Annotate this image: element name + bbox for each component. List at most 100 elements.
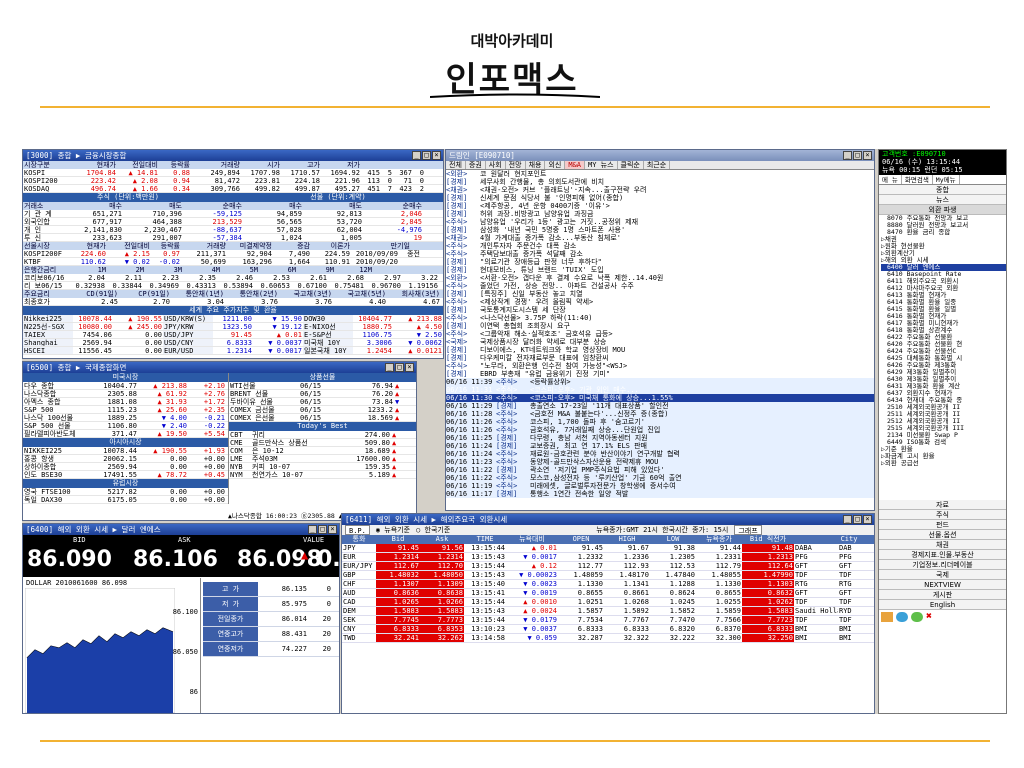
news-tab[interactable]: 최근순 bbox=[644, 161, 671, 169]
news-tab[interactable]: 전체 bbox=[446, 161, 466, 169]
sidebar-tab[interactable]: 메 뉴 bbox=[879, 175, 902, 184]
news-item[interactable]: <채권> <채권-오전> 커브 '플래트닝'·지속...출구전략 우려 bbox=[446, 186, 874, 194]
news-tab[interactable]: 증권 bbox=[466, 161, 486, 169]
folder-icon[interactable] bbox=[881, 612, 893, 622]
news-item[interactable]: <외환> <서환-오전> 갭다운 후 결제 수요로 낙폭 제한..14.40원 bbox=[446, 274, 874, 282]
asia-market-row[interactable]: 인도 BSE30 17491.55 ▲ 78.72 +0.45 bbox=[23, 471, 228, 479]
fx-row[interactable]: DEM 1.5883 1.5883 13:15:43 ▲ 0.0024 1.5857 1.5… bbox=[342, 607, 874, 616]
world-row[interactable]: Shanghai 2569.94 0.00 USD/CNY 6.8333 ▼ 0.0037… bbox=[23, 339, 443, 347]
news-item[interactable]: [경제] 이연택 총협회 조회장시 요구 bbox=[446, 322, 874, 330]
news-tab[interactable]: 채용 bbox=[526, 161, 546, 169]
stock-row[interactable]: KOSPI 1704.84 ▲ 14.81 0.88 249,894 1707.98 171… bbox=[23, 169, 443, 177]
radio-newyork[interactable]: ◉ 뉴욕기준 bbox=[376, 525, 410, 535]
sidebar-menu-item[interactable]: 외환 파생 bbox=[879, 205, 1006, 215]
graph-button[interactable]: 그래프 bbox=[734, 525, 762, 535]
sidebar-menu-item[interactable]: 자료 bbox=[879, 500, 1006, 510]
maximize-icon[interactable]: □ bbox=[318, 525, 327, 534]
maximize-icon[interactable]: □ bbox=[395, 363, 404, 372]
news-item[interactable]: <주식> "노무라, 외환은행 인수전 참여 가능성"<WSJ> bbox=[446, 362, 874, 370]
us-market-row[interactable]: 다우 종합 10404.77 ▲ 213.88 +2.10 bbox=[23, 382, 228, 390]
globe-icon[interactable] bbox=[896, 612, 908, 622]
sidebar-menu-item[interactable]: 종합 bbox=[879, 185, 1006, 195]
fx-row[interactable]: EUR/JPY 112.67 112.70 13:15:44 ▲ 0.12 112.77 1… bbox=[342, 562, 874, 571]
news-item[interactable]: <주식> 줄었던 가전, 상승 전망.. 아파트 건설공사 수주 bbox=[446, 282, 874, 290]
news-tab[interactable]: 외신 bbox=[545, 161, 566, 169]
close-icon[interactable]: × bbox=[863, 515, 872, 524]
asia-market-row[interactable]: NIKKEI225 10078.44 ▲ 190.55 +1.93 bbox=[23, 447, 228, 455]
best-row[interactable]: NYM 천연가스 10-07 5.189 ▲ bbox=[229, 471, 416, 479]
best-row[interactable]: COM 은 10-12 18.689 ▲ bbox=[229, 447, 416, 455]
fx-row[interactable]: AUD 0.8636 0.8638 13:15:41 ▼ 0.0019 0.8655 0.8… bbox=[342, 589, 874, 598]
window-3000-titlebar[interactable]: [3000] 종합 ▶ 금융시장종합 _ □ × bbox=[23, 150, 443, 161]
news-item[interactable]: <주식> 주택담보대출 증가폭 석달째 감소 bbox=[446, 250, 874, 258]
maximize-icon[interactable]: □ bbox=[853, 151, 862, 160]
us-market-row[interactable]: 아멕스 종합 1881.08 ▲ 31.93 +1.72 bbox=[23, 398, 228, 406]
close-icon[interactable]: × bbox=[405, 363, 414, 372]
us-market-row[interactable]: S&P 500 1115.23 ▲ 25.60 +2.35 bbox=[23, 406, 228, 414]
fx-row[interactable]: EUR 1.2314 1.2314 13:15:43 ▼ 0.0017 1.2332 1.2… bbox=[342, 553, 874, 562]
sidebar-menu-item[interactable]: 펀드 bbox=[879, 520, 1006, 530]
eu-market-row[interactable]: 영국 FTSE100 5217.82 0.00 +0.00 bbox=[23, 488, 228, 496]
close-icon[interactable]: × bbox=[328, 525, 337, 534]
news-item[interactable]: 06/16 11:26 <주식> 코스피, 1,700 돌파 후 '숨고르기' bbox=[446, 418, 874, 426]
best-row[interactable]: CME 골드만삭스 상품선 509.80 ▲ bbox=[229, 439, 416, 447]
futures-row[interactable]: KTBF 110.62 ▼ 0.02 -0.02 50,699 163,296 1,664 1… bbox=[23, 258, 443, 266]
news-item[interactable]: <채권> 4월 가계대출 증가폭 감소...부동산 침체로' bbox=[446, 234, 874, 242]
fx-row[interactable]: JPY 91.45 91.56 13:15:44 ▲ 0.01 91.45 91.67 91.… bbox=[342, 544, 874, 553]
news-item[interactable]: <주식> <나스닥선물> 3.75P 하락(11:40) bbox=[446, 314, 874, 322]
close-icon[interactable]: ✖ bbox=[926, 612, 938, 622]
news-item[interactable]: <외환> 코 원달러 현지포인트 bbox=[446, 170, 874, 178]
minimize-icon[interactable]: _ bbox=[843, 515, 852, 524]
commodity-row[interactable]: COMEX 은선물 06/15 18.569 ▲ bbox=[229, 414, 416, 422]
fx-row[interactable]: TWD 32.241 32.262 13:14:58 ▼ 0.059 32.287 32.3… bbox=[342, 634, 874, 643]
fx-row[interactable]: CHF 1.1307 1.1309 13:15:40 ▼ 0.0023 1.1330 1.1… bbox=[342, 580, 874, 589]
fx-row[interactable]: GBP 1.48032 1.48050 13:15:43 ▼ 0.00023 1.4805… bbox=[342, 571, 874, 580]
news-item[interactable]: [경제] 허위 과장.비방광고 남양유업 과징금 bbox=[446, 210, 874, 218]
close-icon[interactable]: × bbox=[432, 151, 441, 160]
window-6411-titlebar[interactable]: [6411] 해외 외환 시세 ▶ 해외주요국 외환시세 _ □ × bbox=[342, 514, 874, 525]
sidebar-tree-item[interactable]: ▷외환 공급선 bbox=[881, 460, 1006, 467]
sidebar-menu-item[interactable]: 경제지표.인물.부동산 bbox=[879, 550, 1006, 560]
us-market-row[interactable]: 필라델피아반도체 371.47 ▲ 19.50 +5.54 bbox=[23, 430, 228, 438]
news-item[interactable]: <주식> 개인투자자 주문건수 대폭 감소 bbox=[446, 242, 874, 250]
minimize-icon[interactable]: _ bbox=[385, 363, 394, 372]
minimize-icon[interactable]: _ bbox=[308, 525, 317, 534]
news-item[interactable]: <주식> <제상작계 경쟁' 우려 올림픽 약세> bbox=[446, 298, 874, 306]
news-item[interactable]: 06/16 11:25 [경제] 다무령, 충남 서천 지역아동센터 지원 bbox=[446, 434, 874, 442]
news-item[interactable]: [경제] 신세계 문점 식당서 불 '인명피해 없어(종합) bbox=[446, 194, 874, 202]
bp-select[interactable]: B.P. bbox=[345, 525, 370, 535]
news-item[interactable]: [경제] [특징주] 신일 부동산 놓고 치열 bbox=[446, 290, 874, 298]
news-tab[interactable]: M&A bbox=[565, 161, 585, 169]
news-item[interactable]: <주식> <그룹악재 해소·실적호조' 금호석유 급등> bbox=[446, 330, 874, 338]
us-market-row[interactable]: 나스닥 100선물 1889.25 ▼ 4.00 -0.21 bbox=[23, 414, 228, 422]
news-tab[interactable]: 사회 bbox=[486, 161, 506, 169]
eu-market-row[interactable]: 독일 DAX30 6175.05 0.00 +0.00 bbox=[23, 496, 228, 504]
sidebar-tab[interactable]: 화면검색 bbox=[902, 175, 933, 184]
asia-market-row[interactable]: 홍콩 항생 20062.15 0.00 +0.00 bbox=[23, 455, 228, 463]
news-item[interactable]: 06/16 11:19 <주식> 미래에셋, 글로벌투자전문가 창학생에 증서수여 bbox=[446, 482, 874, 490]
news-item[interactable]: [경제] "의료기관 장애등급 판정 너무 후하다" bbox=[446, 258, 874, 266]
refresh-icon[interactable] bbox=[911, 612, 923, 622]
news-item[interactable]: <주식> 남양유업 '우리가 1등' 광고는 거짓..공정위 제재 bbox=[446, 218, 874, 226]
news-item[interactable]: 06/16 11:31 <주식> <코스피-오후> 기관 외인 매수... bbox=[446, 386, 874, 394]
news-item[interactable]: 06/16 11:39 <주식> <등락률상위> bbox=[446, 378, 874, 386]
news-item[interactable]: [경제] 세무사회 간행물, 총 의회도서관에 비치 bbox=[446, 178, 874, 186]
close-icon[interactable]: × bbox=[863, 151, 872, 160]
window-news-titlebar[interactable]: 드림인 [E090710] _ □ × bbox=[446, 150, 874, 161]
news-item[interactable]: 06/16 11:29 [경제] 총출연소 17-23일 '11개 대표상품' 할인… bbox=[446, 402, 874, 410]
minimize-icon[interactable]: _ bbox=[843, 151, 852, 160]
news-item[interactable]: [경제] <제주항공, 4년 운항 0400기증 '이유'> bbox=[446, 202, 874, 210]
commodity-row[interactable]: WTI선물 06/15 76.94 ▲ bbox=[229, 382, 416, 390]
fx-row[interactable]: SEK 7.7745 7.7773 13:15:44 ▼ 0.0179 7.7534 7.7… bbox=[342, 616, 874, 625]
news-item[interactable]: [경제] 현대모비스, 튜닝 브랜드 'TUIX' 도입 bbox=[446, 266, 874, 274]
news-item[interactable]: 06/16 11:23 <주식> 동양제-골드만삭스자산운용 전략제휴 MOU bbox=[446, 458, 874, 466]
news-item[interactable]: 06/16 11:28 <주식> <금호전 M&A 불붙는다'...신정주 증(종합… bbox=[446, 410, 874, 418]
fx-row[interactable]: CAD 1.0265 1.0266 13:15:44 ▲ 0.0010 1.0251 1.0… bbox=[342, 598, 874, 607]
stock-row[interactable]: KOSPI200 223.42 ▲ 2.08 0.94 81,472 223.81 224.… bbox=[23, 177, 443, 185]
world-row[interactable]: TAIEX 7454.06 0.00 USD/JPY 91.45 ▲ 0.01 E-S&P선… bbox=[23, 331, 443, 339]
news-item[interactable]: <국제> 국제상품시장 달러화 약세로 대부분 상승 bbox=[446, 338, 874, 346]
stock-row[interactable]: KOSDAQ 496.74 ▲ 1.66 0.34 309,766 499.82 499.8… bbox=[23, 185, 443, 193]
sidebar-menu-item[interactable]: 기업정보.리더메이블 bbox=[879, 560, 1006, 570]
minimize-icon[interactable]: _ bbox=[412, 151, 421, 160]
maximize-icon[interactable]: □ bbox=[422, 151, 431, 160]
